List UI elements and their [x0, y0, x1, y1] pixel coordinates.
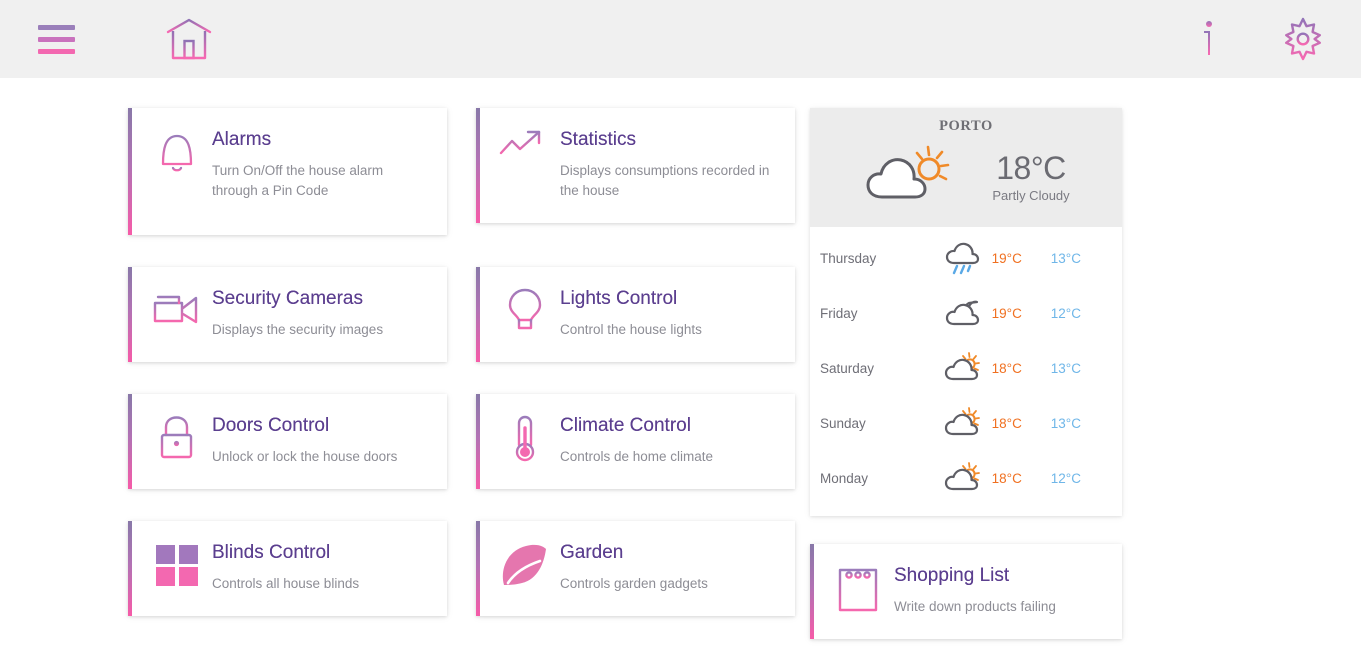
forecast-low: 13°C	[1050, 251, 1081, 266]
card-description: Controls garden gadgets	[560, 576, 708, 591]
thermometer-icon	[494, 412, 556, 464]
card-text: Statistics Displays consumptions recorde…	[556, 126, 775, 201]
card-description: Write down products failing	[894, 599, 1056, 614]
lightbulb-icon	[494, 285, 556, 337]
card-title: Doors Control	[212, 414, 397, 438]
card-security-cameras[interactable]: Security Cameras Displays the security i…	[128, 267, 447, 362]
partly-cloudy-icon	[934, 406, 991, 442]
card-title: Security Cameras	[212, 287, 383, 311]
current-condition: Partly Cloudy	[992, 187, 1070, 203]
forecast-day: Friday	[820, 306, 858, 321]
info-icon[interactable]	[1198, 19, 1220, 59]
blinds-grid-icon	[146, 539, 208, 589]
card-description: Control the house lights	[560, 322, 702, 337]
partly-cloudy-icon	[934, 351, 991, 387]
chart-trend-icon	[494, 126, 556, 178]
card-description: Displays the security images	[212, 322, 384, 337]
cloudy-night-icon	[934, 296, 991, 332]
hamburger-line-2	[37, 36, 75, 42]
top-bar-left-group	[0, 18, 212, 60]
weather-header: PORTO 18°C Partly Cloudy	[810, 108, 1122, 227]
forecast-row: Thursday 19°C 13°C	[810, 231, 1122, 286]
card-title: Lights Control	[560, 287, 702, 311]
card-garden[interactable]: Garden Controls garden gadgets	[476, 521, 795, 616]
card-title: Statistics	[560, 128, 775, 152]
top-bar-right-group	[1198, 0, 1361, 78]
card-title: Climate Control	[560, 414, 713, 438]
forecast-low: 12°C	[1050, 306, 1081, 321]
forecast-low: 13°C	[1050, 361, 1081, 376]
forecast-high: 19°C	[991, 251, 1022, 266]
padlock-icon	[146, 412, 208, 462]
card-text: Lights Control Control the house lights	[556, 285, 702, 340]
card-column-middle: Statistics Displays consumptions recorde…	[476, 108, 795, 647]
card-text: Doors Control Unlock or lock the house d…	[208, 412, 397, 467]
hamburger-menu-icon[interactable]	[28, 24, 84, 54]
card-text: Climate Control Controls de home climate	[556, 412, 713, 467]
dashboard-main: Alarms Turn On/Off the house alarm throu…	[0, 78, 1361, 647]
forecast-day: Thursday	[820, 251, 877, 266]
forecast-list: Thursday 19°C 13°C Friday 19°C 12°C Satu…	[810, 227, 1122, 516]
forecast-low: 13°C	[1050, 416, 1081, 431]
forecast-high: 18°C	[991, 361, 1022, 376]
card-text: Alarms Turn On/Off the house alarm throu…	[208, 126, 427, 201]
hamburger-line-3	[37, 48, 75, 54]
weather-current: 18°C Partly Cloudy	[810, 135, 1122, 211]
forecast-high: 18°C	[991, 416, 1022, 431]
card-climate-control[interactable]: Climate Control Controls de home climate	[476, 394, 795, 489]
notepad-icon	[828, 562, 890, 616]
card-lights-control[interactable]: Lights Control Control the house lights	[476, 267, 795, 362]
card-blinds-control[interactable]: Blinds Control Controls all house blinds	[128, 521, 447, 616]
weather-city: PORTO	[939, 118, 993, 134]
card-description: Controls de home climate	[560, 449, 714, 464]
forecast-day: Monday	[820, 471, 869, 486]
forecast-row: Friday 19°C 12°C	[810, 286, 1122, 341]
card-title: Garden	[560, 541, 708, 565]
card-text: Security Cameras Displays the security i…	[208, 285, 383, 340]
card-doors-control[interactable]: Doors Control Unlock or lock the house d…	[128, 394, 447, 489]
card-title: Shopping List	[894, 564, 1056, 588]
forecast-row: Saturday 18°C 13°C	[810, 341, 1122, 396]
card-text: Shopping List Write down products failin…	[890, 562, 1056, 617]
card-alarms[interactable]: Alarms Turn On/Off the house alarm throu…	[128, 108, 447, 235]
hamburger-line-1	[37, 24, 75, 30]
card-text: Blinds Control Controls all house blinds	[208, 539, 359, 594]
home-icon[interactable]	[166, 18, 212, 60]
card-title: Blinds Control	[212, 541, 359, 565]
leaf-icon	[494, 539, 556, 591]
top-bar	[0, 0, 1361, 78]
gear-icon[interactable]	[1280, 16, 1326, 62]
current-temperature: 18°C	[996, 149, 1066, 186]
rain-cloud-icon	[934, 241, 991, 277]
card-description: Turn On/Off the house alarm through a Pi…	[212, 163, 384, 198]
forecast-row: Sunday 18°C 13°C	[810, 396, 1122, 451]
weather-temperature-block: 18°C Partly Cloudy	[992, 150, 1069, 203]
card-title: Alarms	[212, 128, 427, 152]
forecast-high: 19°C	[991, 306, 1022, 321]
partly-cloudy-icon	[934, 461, 991, 497]
video-camera-icon	[146, 285, 208, 329]
card-statistics[interactable]: Statistics Displays consumptions recorde…	[476, 108, 795, 223]
card-text: Garden Controls garden gadgets	[556, 539, 708, 594]
card-shopping-list[interactable]: Shopping List Write down products failin…	[810, 544, 1122, 639]
card-column-left: Alarms Turn On/Off the house alarm throu…	[128, 108, 447, 647]
forecast-day: Saturday	[820, 361, 875, 376]
right-column: PORTO 18°C Partly Cloudy Thursday 19°C 1…	[810, 108, 1122, 647]
weather-widget: PORTO 18°C Partly Cloudy Thursday 19°C 1…	[810, 108, 1122, 516]
forecast-day: Sunday	[820, 416, 866, 431]
card-description: Unlock or lock the house doors	[212, 449, 398, 464]
bell-icon	[146, 126, 208, 176]
card-description: Displays consumptions recorded in the ho…	[560, 163, 770, 198]
partly-cloudy-icon	[862, 141, 958, 211]
forecast-low: 12°C	[1050, 471, 1081, 486]
forecast-high: 18°C	[991, 471, 1022, 486]
card-description: Controls all house blinds	[212, 576, 360, 591]
forecast-row: Monday 18°C 12°C	[810, 451, 1122, 506]
